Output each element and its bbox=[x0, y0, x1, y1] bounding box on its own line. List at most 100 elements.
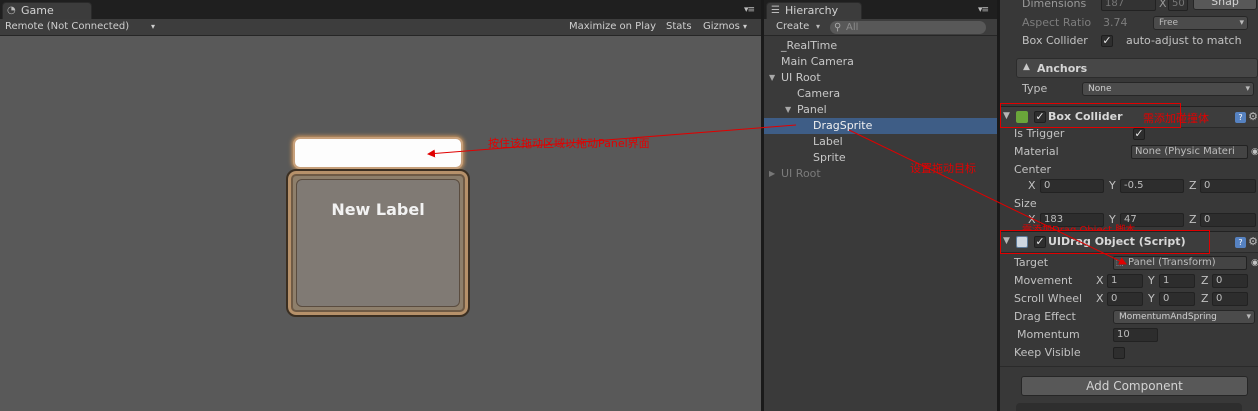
hierarchy-tabstrip: ☰ Hierarchy ▾≡ bbox=[764, 0, 997, 19]
tab-hierarchy-label: Hierarchy bbox=[785, 4, 839, 17]
aspect-ratio-value: 3.74 bbox=[1103, 16, 1128, 29]
stats-toggle[interactable]: Stats bbox=[666, 19, 692, 35]
object-picker-icon[interactable]: ◉ bbox=[1251, 143, 1258, 161]
hierarchy-item-label: Panel bbox=[797, 103, 827, 116]
size-z-axis: Z bbox=[1189, 213, 1197, 226]
movement-row: Movement X 1 Y 1 Z 0 bbox=[1000, 272, 1258, 290]
momentum-label: Momentum bbox=[1017, 328, 1080, 341]
hierarchy-item-ui-root[interactable]: ▼ UI Root bbox=[764, 70, 997, 86]
hierarchy-panel: ☰ Hierarchy ▾≡ Create ▾ ⚲ All _RealTime … bbox=[764, 0, 997, 411]
aspect-ratio-label: Aspect Ratio bbox=[1022, 16, 1092, 29]
hierarchy-search-input[interactable]: ⚲ All bbox=[830, 21, 986, 34]
hierarchy-item-label: Camera bbox=[797, 87, 841, 100]
collapse-triangle-icon[interactable]: ▶ bbox=[769, 166, 775, 182]
help-book-icon[interactable]: ? bbox=[1235, 112, 1246, 123]
movement-z-axis: Z bbox=[1201, 274, 1209, 287]
search-icon: ⚲ bbox=[834, 22, 842, 33]
is-trigger-checkbox[interactable]: ✓ bbox=[1133, 128, 1145, 140]
drag-effect-dropdown[interactable]: MomentumAndSpring bbox=[1113, 310, 1255, 324]
expand-triangle-icon[interactable]: ▼ bbox=[785, 102, 791, 118]
movement-z-field[interactable]: 0 bbox=[1212, 274, 1248, 288]
ui-panel-inner: New Label bbox=[296, 179, 460, 307]
annotation-drag-area: 按住该拖动区域以拖动Panel界面 bbox=[488, 137, 650, 150]
inspector-scrollbar[interactable] bbox=[1016, 403, 1242, 411]
is-trigger-row: Is Trigger ✓ bbox=[1000, 125, 1258, 143]
hierarchy-item-main-camera[interactable]: Main Camera bbox=[764, 54, 997, 70]
hierarchy-item-realtime[interactable]: _RealTime bbox=[764, 38, 997, 54]
panel-menu-icon[interactable]: ▾≡ bbox=[744, 5, 755, 15]
movement-y-axis: Y bbox=[1148, 274, 1155, 287]
scroll-wheel-row: Scroll Wheel X 0 Y 0 Z 0 bbox=[1000, 290, 1258, 308]
gear-icon[interactable]: ⚙ bbox=[1248, 235, 1258, 248]
center-x-field[interactable]: 0 bbox=[1040, 179, 1104, 193]
game-toolbar: Remote (Not Connected) ▾ Maximize on Pla… bbox=[0, 19, 761, 36]
center-y-field[interactable]: -0.5 bbox=[1120, 179, 1184, 193]
highlight-drag-object bbox=[1000, 230, 1210, 254]
gizmos-arrow-icon[interactable]: ▾ bbox=[743, 19, 747, 35]
target-label: Target bbox=[1014, 256, 1049, 269]
momentum-row: Momentum 10 bbox=[1000, 326, 1258, 344]
expand-triangle-icon[interactable]: ▼ bbox=[769, 70, 775, 86]
gizmos-dropdown[interactable]: Gizmos bbox=[703, 19, 740, 35]
aspect-mode-dropdown[interactable]: Free bbox=[1153, 16, 1248, 30]
hierarchy-item-camera[interactable]: Camera bbox=[764, 86, 997, 102]
object-picker-icon[interactable]: ◉ bbox=[1251, 254, 1258, 272]
scroll-y-field[interactable]: 0 bbox=[1159, 292, 1195, 306]
center-x-axis: X bbox=[1028, 179, 1036, 192]
new-label-text: New Label bbox=[331, 200, 425, 219]
movement-y-field[interactable]: 1 bbox=[1159, 274, 1195, 288]
anchors-section-header[interactable]: ▲ Anchors bbox=[1016, 58, 1258, 78]
scroll-z-field[interactable]: 0 bbox=[1212, 292, 1248, 306]
create-arrow-icon[interactable]: ▾ bbox=[816, 22, 820, 31]
dimensions-y-field[interactable]: 50 bbox=[1168, 0, 1188, 11]
hierarchy-item-label: Sprite bbox=[813, 151, 846, 164]
hierarchy-list-icon: ☰ bbox=[771, 5, 780, 16]
target-row: Target Panel (Transform) ⬚ ◉ bbox=[1000, 254, 1258, 272]
hierarchy-item-panel[interactable]: ▼ Panel bbox=[764, 102, 997, 118]
drag-effect-label: Drag Effect bbox=[1014, 310, 1076, 323]
add-component-button[interactable]: Add Component bbox=[1021, 376, 1248, 396]
remote-dropdown-arrow-icon[interactable]: ▾ bbox=[151, 19, 155, 35]
remote-dropdown[interactable]: Remote (Not Connected) bbox=[5, 19, 129, 35]
dimensions-x-field[interactable]: 187 bbox=[1101, 0, 1156, 11]
box-collider-auto-row: Box Collider ✓ auto-adjust to match bbox=[1000, 32, 1258, 50]
tab-game[interactable]: ◔ Game bbox=[2, 2, 92, 19]
target-field[interactable]: Panel (Transform) bbox=[1113, 256, 1247, 270]
hierarchy-item-label-obj[interactable]: Label bbox=[764, 134, 997, 150]
dimensions-row: Dimensions 187 X 50 Snap bbox=[1000, 0, 1258, 13]
is-trigger-label: Is Trigger bbox=[1014, 127, 1065, 140]
snap-button[interactable]: Snap bbox=[1193, 0, 1257, 10]
dimensions-label: Dimensions bbox=[1022, 0, 1087, 10]
help-book-icon[interactable]: ? bbox=[1235, 237, 1246, 248]
hierarchy-item-label: DragSprite bbox=[813, 119, 873, 132]
create-dropdown[interactable]: Create bbox=[776, 21, 809, 32]
anchors-type-label: Type bbox=[1022, 82, 1048, 95]
hierarchy-menu-icon[interactable]: ▾≡ bbox=[978, 5, 989, 15]
hierarchy-item-label: UI Root bbox=[781, 167, 821, 180]
center-y-axis: Y bbox=[1109, 179, 1116, 192]
dimensions-x-axis: X bbox=[1159, 0, 1167, 10]
anchors-title: Anchors bbox=[1037, 62, 1088, 75]
movement-x-field[interactable]: 1 bbox=[1107, 274, 1143, 288]
movement-label: Movement bbox=[1014, 274, 1073, 287]
auto-adjust-checkbox[interactable]: ✓ bbox=[1101, 35, 1113, 47]
center-z-field[interactable]: 0 bbox=[1200, 179, 1256, 193]
hierarchy-item-dragsprite[interactable]: DragSprite bbox=[764, 118, 997, 134]
box-collider-label: Box Collider bbox=[1022, 34, 1088, 47]
size-z-field[interactable]: 0 bbox=[1200, 213, 1256, 227]
keep-visible-checkbox[interactable] bbox=[1113, 347, 1125, 359]
tab-hierarchy[interactable]: ☰ Hierarchy bbox=[766, 2, 862, 19]
scroll-wheel-label: Scroll Wheel bbox=[1014, 292, 1083, 305]
tab-game-label: Game bbox=[21, 4, 54, 17]
scroll-x-field[interactable]: 0 bbox=[1107, 292, 1143, 306]
section-divider bbox=[1000, 366, 1258, 367]
scroll-z-axis: Z bbox=[1201, 292, 1209, 305]
material-field[interactable]: None (Physic Materi bbox=[1131, 145, 1248, 159]
anchors-type-dropdown[interactable]: None bbox=[1082, 82, 1254, 96]
gear-icon[interactable]: ⚙ bbox=[1248, 110, 1258, 123]
keep-visible-row: Keep Visible bbox=[1000, 344, 1258, 362]
center-values-row: X 0 Y -0.5 Z 0 bbox=[1000, 177, 1258, 195]
drag-sprite-bar[interactable] bbox=[293, 137, 463, 169]
maximize-on-play-toggle[interactable]: Maximize on Play bbox=[569, 19, 656, 35]
momentum-field[interactable]: 10 bbox=[1113, 328, 1158, 342]
